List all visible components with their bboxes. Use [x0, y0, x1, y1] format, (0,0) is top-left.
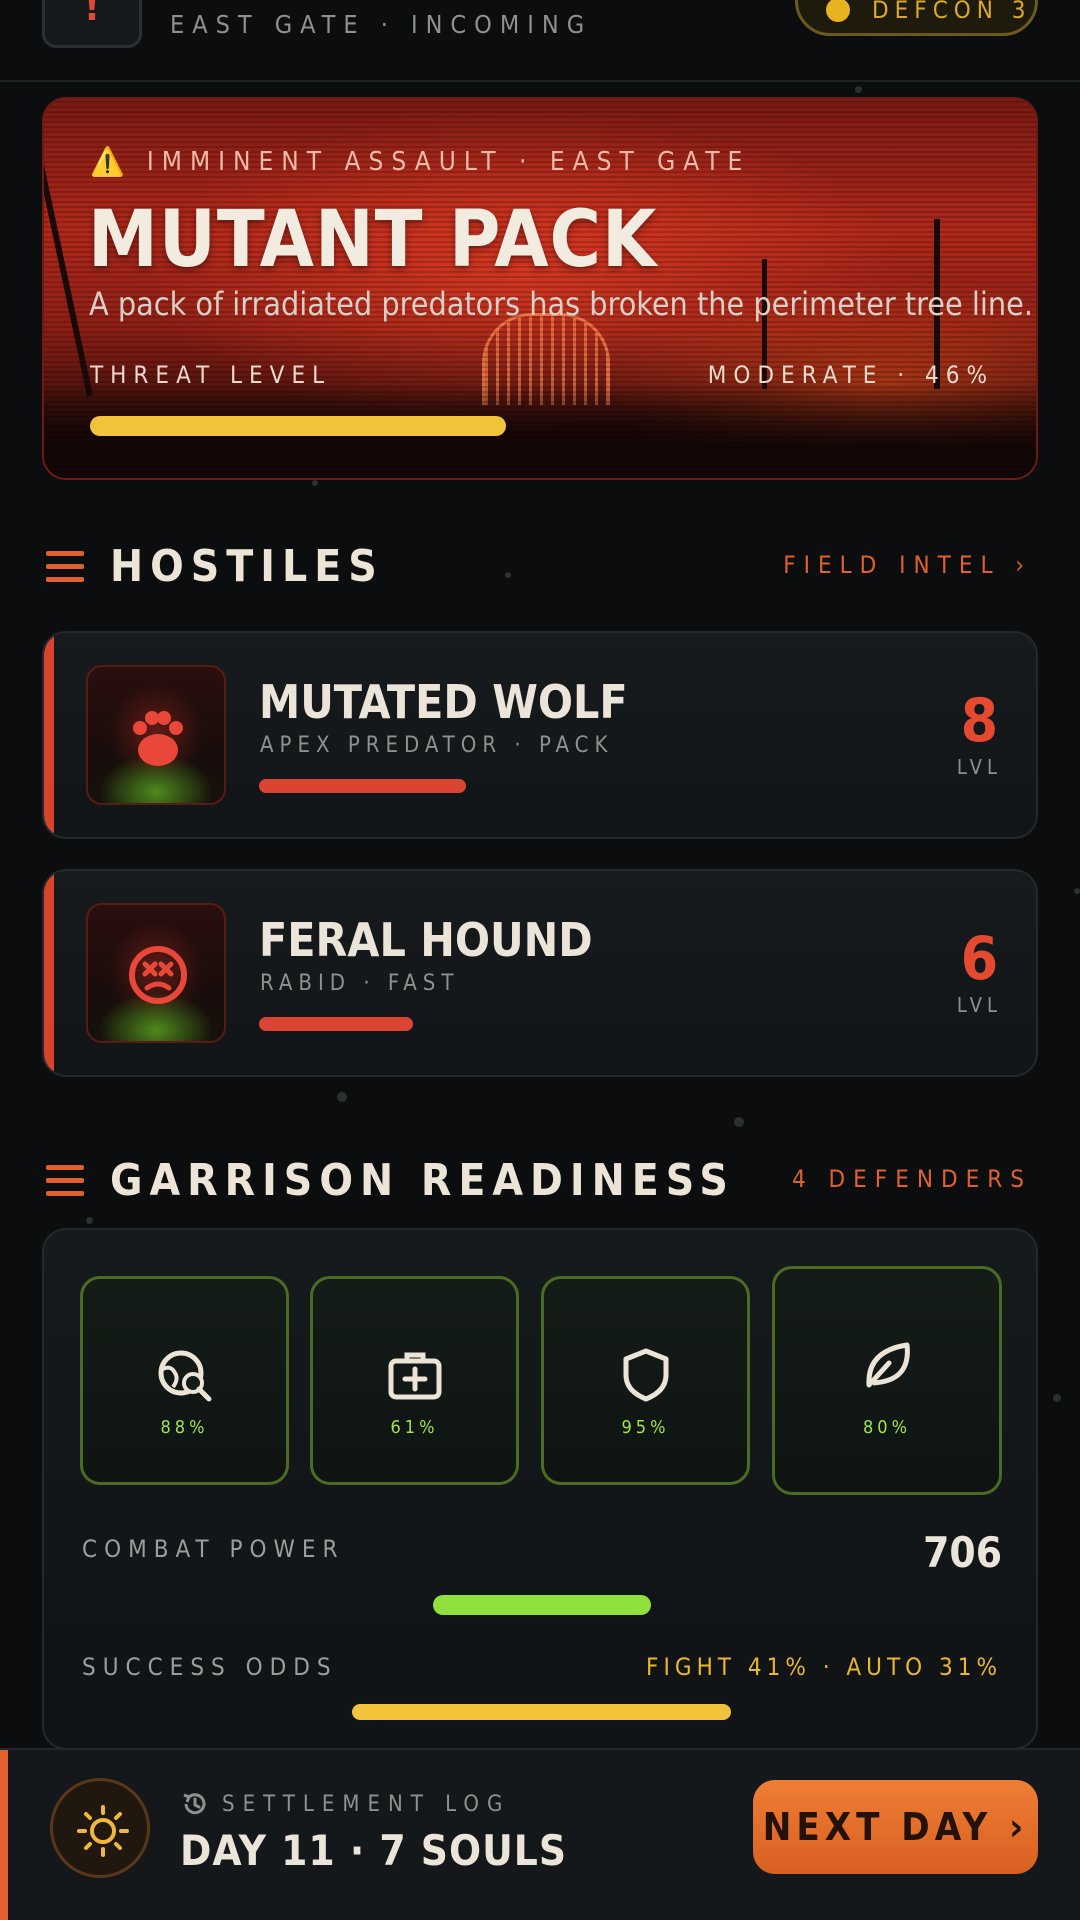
stat-value: 88%	[160, 1417, 209, 1438]
defcon-label: DEFCON 3	[872, 0, 1032, 24]
alert-icon: !	[83, 0, 101, 30]
hostile-name: MUTATED WOLF	[259, 675, 628, 729]
stat-tile-scouting[interactable]: 88%	[80, 1276, 289, 1485]
hostile-level-value: 8	[960, 686, 999, 756]
hostile-portrait	[86, 903, 226, 1043]
hostile-card[interactable]: FERAL HOUND RABID · FAST 6 LVL	[42, 869, 1038, 1077]
location-label: EAST GATE · INCOMING	[170, 10, 593, 39]
bottom-bar: SETTLEMENT LOG DAY 11 · 7 SOULS NEXT DAY…	[0, 1748, 1080, 1920]
hostile-name: FERAL HOUND	[259, 913, 593, 967]
garrison-section-header: GARRISON READINESS 4 DEFENDERS	[42, 1151, 1038, 1211]
hostiles-title: HOSTILES	[110, 541, 384, 592]
day-counter: DAY 11 · 7 SOULS	[180, 1826, 568, 1875]
top-bar: ! EAST GATE · INCOMING DEFCON 3	[0, 0, 1080, 82]
combat-power-bar	[433, 1595, 651, 1615]
paw-icon	[133, 711, 183, 766]
threat-level-bar	[90, 416, 506, 436]
stat-tile-defense[interactable]: 95%	[541, 1276, 750, 1485]
hostile-portrait	[86, 665, 226, 805]
settlement-log-label: SETTLEMENT LOG	[222, 1791, 511, 1817]
hostile-level-label: LVL	[956, 755, 1002, 779]
stat-value: 80%	[863, 1417, 911, 1438]
garrison-title: GARRISON READINESS	[110, 1155, 735, 1206]
threat-description: A pack of irradiated predators has broke…	[89, 285, 1033, 323]
menu-icon[interactable]	[46, 1165, 84, 1199]
success-odds-value: FIGHT 41% · AUTO 31%	[646, 1653, 1002, 1681]
hostile-health-bar	[259, 1017, 413, 1031]
warning-icon: ⚠️	[90, 145, 125, 178]
threat-kicker: IMMINENT ASSAULT · EAST GATE	[146, 146, 751, 177]
hostile-card[interactable]: MUTATED WOLF APEX PREDATOR · PACK 8 LVL	[42, 631, 1038, 839]
hostile-level: 6 LVL	[957, 929, 1002, 1017]
hostile-level-value: 6	[960, 924, 999, 994]
hostile-level: 8 LVL	[957, 691, 1002, 779]
alert-button[interactable]: !	[42, 0, 142, 48]
field-intel-link[interactable]: FIELD INTEL ›	[783, 551, 1032, 579]
hostile-tags: APEX PREDATOR · PACK	[260, 733, 614, 758]
stat-tile-medical[interactable]: 61%	[310, 1276, 519, 1485]
success-odds-bar	[352, 1704, 731, 1720]
threat-level-label: THREAT LEVEL	[90, 361, 332, 389]
defcon-status-dot	[826, 0, 850, 22]
hostile-health-bar	[259, 779, 466, 793]
success-odds-label: SUCCESS ODDS	[82, 1653, 338, 1681]
sun-icon	[77, 1805, 129, 1857]
day-cycle-button[interactable]	[50, 1778, 150, 1878]
stat-value: 95%	[621, 1417, 670, 1438]
history-icon	[183, 1793, 206, 1815]
threat-title: MUTANT PACK	[88, 195, 658, 285]
hostile-tags: RABID · FAST	[260, 971, 460, 996]
hostiles-section-header: HOSTILES FIELD INTEL ›	[42, 537, 1038, 597]
shield-icon	[623, 1348, 668, 1402]
stat-value: 61%	[390, 1417, 439, 1438]
threat-hero-card[interactable]: ⚠️ IMMINENT ASSAULT · EAST GATE MUTANT P…	[42, 97, 1038, 480]
scout-search-icon	[158, 1350, 211, 1402]
leaf-icon	[866, 1342, 910, 1388]
hostile-level-label: LVL	[956, 993, 1002, 1017]
garrison-panel: 88% 61% 95% 80% COMBAT POWER 706 SUCCESS…	[42, 1228, 1038, 1750]
defenders-count-link[interactable]: 4 DEFENDERS	[792, 1165, 1032, 1193]
combat-power-label: COMBAT POWER	[82, 1535, 345, 1563]
stat-tile-supplies[interactable]: 80%	[772, 1266, 1002, 1495]
next-day-button[interactable]: NEXT DAY ›	[753, 1780, 1038, 1874]
menu-icon[interactable]	[46, 551, 84, 585]
combat-power-value: 706	[923, 1528, 1002, 1577]
threat-level-value: MODERATE · 46%	[707, 361, 994, 389]
defcon-badge[interactable]: DEFCON 3	[795, 0, 1038, 36]
dead-face-icon	[129, 946, 187, 1004]
medkit-icon	[388, 1352, 441, 1400]
